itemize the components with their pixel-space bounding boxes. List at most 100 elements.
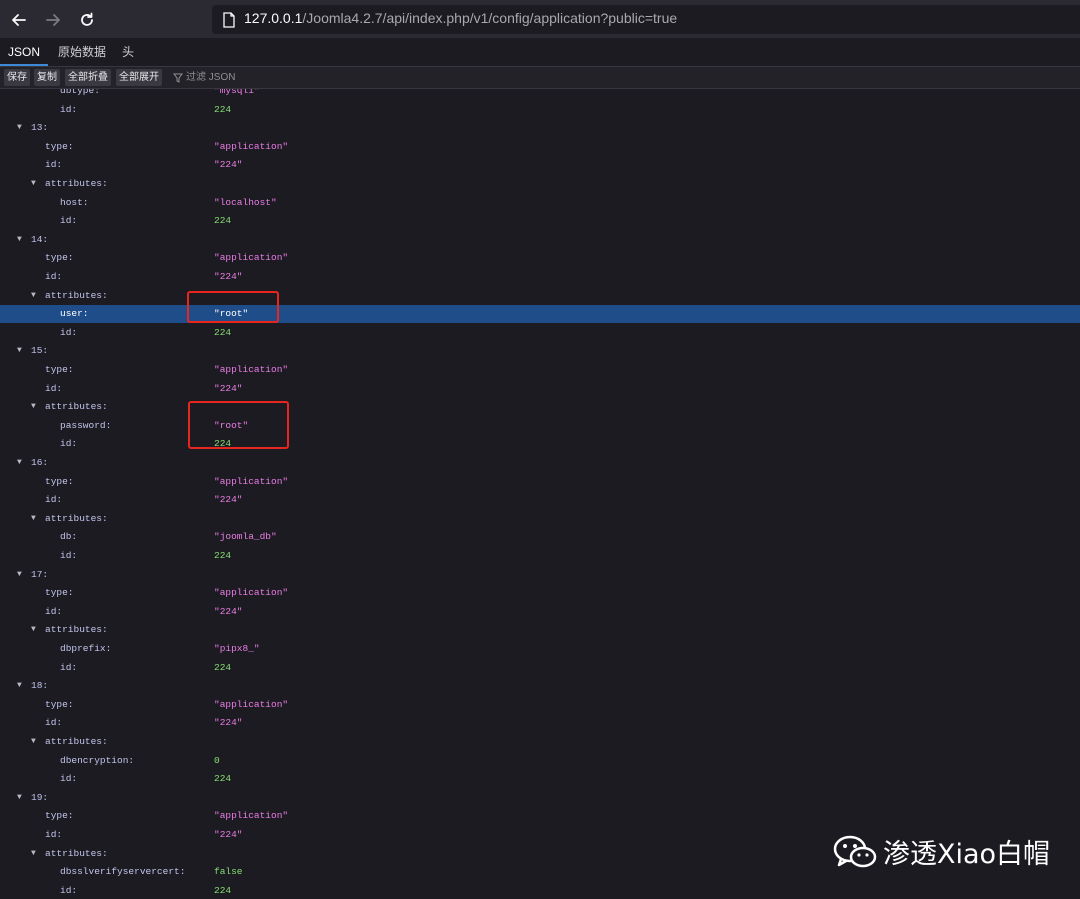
json-key: id: — [45, 829, 63, 840]
expand-all-button[interactable]: 全部展开 — [116, 69, 162, 86]
json-value: "application" — [214, 587, 289, 599]
json-key: db: — [60, 531, 78, 543]
json-row[interactable]: id: 224 — [0, 770, 1080, 788]
json-row[interactable]: host: "localhost" — [0, 194, 1080, 212]
json-row[interactable]: id: 224 — [0, 324, 1080, 342]
json-value: "application" — [214, 475, 289, 487]
copy-button[interactable]: 复制 — [34, 69, 60, 86]
json-row[interactable]: id: 224 — [0, 435, 1080, 453]
json-node-row[interactable]: ▼ 15: — [0, 342, 1080, 360]
json-row[interactable]: user: "root" — [0, 305, 1080, 324]
json-key: password: — [60, 419, 112, 431]
forward-arrow-icon — [46, 14, 60, 26]
json-key: id: — [45, 494, 63, 506]
json-row[interactable]: id: 224 — [0, 101, 1080, 119]
address-bar[interactable]: 127.0.0.1/Joomla4.2.7/api/index.php/v1/c… — [212, 5, 1080, 34]
json-node-row[interactable]: ▼ attributes: — [0, 287, 1080, 305]
expand-toggle-icon[interactable]: ▼ — [17, 568, 22, 582]
tab-json[interactable]: JSON — [0, 38, 49, 66]
json-row[interactable]: id: 224 — [0, 547, 1080, 565]
expand-toggle-icon[interactable]: ▼ — [17, 679, 22, 693]
tab-headers[interactable]: 头 — [114, 38, 142, 66]
json-row[interactable]: type: "application" — [0, 473, 1080, 491]
viewer-tabs: JSON 原始数据 头 — [0, 38, 1080, 67]
json-value: 224 — [214, 550, 232, 561]
back-arrow-icon — [12, 14, 26, 26]
json-key: id: — [60, 773, 78, 785]
json-row[interactable]: id: 224 — [0, 882, 1080, 899]
forward-button[interactable] — [41, 8, 65, 32]
highlight-user-value — [187, 291, 279, 323]
json-node-row[interactable]: ▼ attributes: — [0, 398, 1080, 416]
json-key: attributes: — [45, 512, 108, 524]
json-row[interactable]: dbtype: "mysqli" — [0, 89, 1080, 100]
json-node-row[interactable]: ▼ 14: — [0, 231, 1080, 249]
json-key: host: — [60, 196, 89, 208]
url-text: 127.0.0.1/Joomla4.2.7/api/index.php/v1/c… — [244, 10, 678, 26]
json-key: 14: — [31, 233, 49, 245]
json-key: attributes: — [45, 847, 108, 859]
json-key: id: — [60, 550, 78, 561]
json-row[interactable]: id: "224" — [0, 156, 1080, 174]
expand-toggle-icon[interactable]: ▼ — [31, 847, 36, 861]
json-node-row[interactable]: ▼ 18: — [0, 677, 1080, 695]
json-toolbar: 保存 复制 全部折叠 全部展开 过滤 JSON — [0, 67, 1080, 89]
json-row[interactable]: id: 224 — [0, 659, 1080, 677]
json-row[interactable]: dbprefix: "pipx8_" — [0, 640, 1080, 658]
json-node-row[interactable]: ▼ attributes: — [0, 510, 1080, 528]
json-row[interactable]: type: "application" — [0, 584, 1080, 602]
json-node-row[interactable]: ▼ 13: — [0, 119, 1080, 137]
expand-toggle-icon[interactable]: ▼ — [31, 400, 36, 414]
expand-toggle-icon[interactable]: ▼ — [31, 177, 36, 191]
json-node-row[interactable]: ▼ 17: — [0, 566, 1080, 584]
expand-toggle-icon[interactable]: ▼ — [31, 735, 36, 749]
json-key: id: — [60, 661, 78, 673]
json-key: id: — [60, 215, 78, 227]
json-tree: dbtype: "mysqli" id: 224 ▼ 13: type: "applicati… — [0, 89, 1080, 899]
json-key: dbtype: — [60, 89, 100, 96]
json-row[interactable]: type: "application" — [0, 361, 1080, 379]
json-node-row[interactable]: ▼ attributes: — [0, 621, 1080, 639]
expand-toggle-icon[interactable]: ▼ — [31, 289, 36, 303]
json-value: "joomla_db" — [214, 531, 277, 543]
json-key: 13: — [31, 122, 49, 134]
json-node-row[interactable]: ▼ 19: — [0, 789, 1080, 807]
json-row[interactable]: type: "application" — [0, 696, 1080, 714]
json-row[interactable]: id: "224" — [0, 491, 1080, 509]
expand-toggle-icon[interactable]: ▼ — [17, 791, 22, 805]
json-value: "224" — [214, 382, 243, 394]
expand-toggle-icon[interactable]: ▼ — [17, 121, 22, 135]
json-node-row[interactable]: ▼ 16: — [0, 454, 1080, 472]
json-key: type: — [45, 475, 74, 487]
json-value: "224" — [214, 159, 243, 171]
json-row[interactable]: password: "root" — [0, 417, 1080, 435]
filter-placeholder: 过滤 JSON — [186, 72, 236, 83]
json-row[interactable]: dbencryption: 0 — [0, 752, 1080, 770]
filter-json-input[interactable]: 过滤 JSON — [173, 69, 235, 86]
json-row[interactable]: id: "224" — [0, 268, 1080, 286]
reload-button[interactable] — [75, 8, 99, 32]
json-node-row[interactable]: ▼ attributes: — [0, 175, 1080, 193]
json-value: "application" — [214, 252, 289, 264]
tab-raw-data[interactable]: 原始数据 — [50, 38, 114, 66]
json-row[interactable]: id: 224 — [0, 212, 1080, 230]
expand-toggle-icon[interactable]: ▼ — [17, 233, 22, 247]
json-row[interactable]: id: "224" — [0, 714, 1080, 732]
save-button[interactable]: 保存 — [4, 69, 30, 86]
collapse-all-button[interactable]: 全部折叠 — [65, 69, 111, 86]
json-row[interactable]: type: "application" — [0, 807, 1080, 825]
back-button[interactable] — [7, 8, 31, 32]
json-row[interactable]: type: "application" — [0, 138, 1080, 156]
json-key: user: — [60, 308, 89, 320]
json-value: "application" — [214, 698, 289, 710]
json-key: type: — [45, 364, 74, 375]
json-row[interactable]: db: "joomla_db" — [0, 528, 1080, 546]
json-row[interactable]: id: "224" — [0, 603, 1080, 621]
expand-toggle-icon[interactable]: ▼ — [31, 512, 36, 526]
expand-toggle-icon[interactable]: ▼ — [17, 456, 22, 470]
expand-toggle-icon[interactable]: ▼ — [31, 623, 36, 637]
json-row[interactable]: type: "application" — [0, 249, 1080, 267]
expand-toggle-icon[interactable]: ▼ — [17, 344, 22, 358]
json-row[interactable]: id: "224" — [0, 380, 1080, 398]
json-node-row[interactable]: ▼ attributes: — [0, 733, 1080, 751]
